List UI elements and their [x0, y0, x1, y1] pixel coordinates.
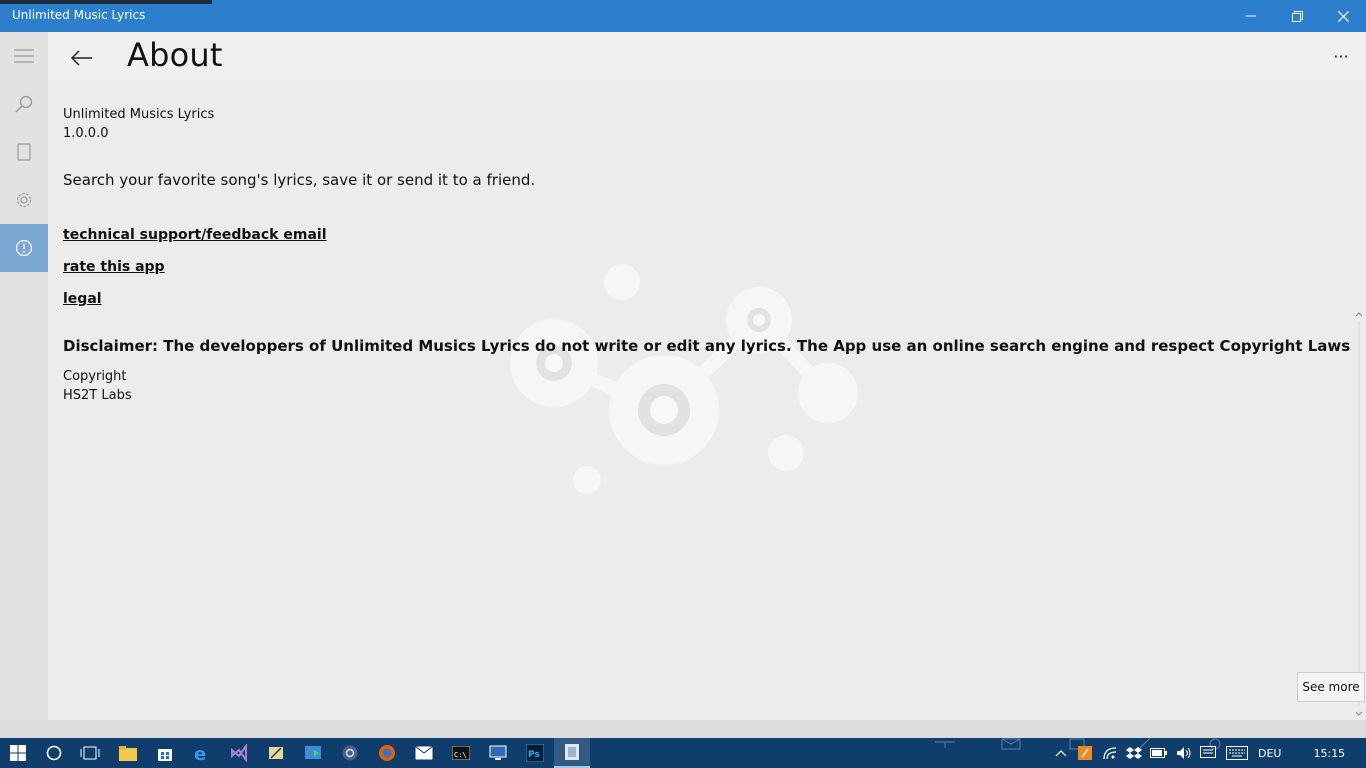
close-icon	[1337, 10, 1349, 22]
task-view-button[interactable]	[78, 741, 102, 765]
nav-item-search[interactable]	[0, 80, 48, 128]
remote-desktop-icon	[489, 745, 507, 760]
battery-icon[interactable]	[1150, 747, 1168, 759]
taskbar-media[interactable]	[301, 741, 325, 765]
volume-icon[interactable]	[1176, 746, 1192, 760]
app-description: Search your favorite song's lyrics, save…	[63, 171, 536, 189]
taskbar-tool[interactable]	[264, 741, 288, 765]
vertical-scrollbar[interactable]	[1352, 308, 1366, 720]
taskbar-app[interactable]	[338, 741, 362, 765]
task-view-icon	[80, 746, 100, 760]
taskbar-remote[interactable]	[486, 741, 510, 765]
app-bottom-bar	[0, 720, 1366, 738]
tool-icon	[269, 747, 283, 759]
cortana-button[interactable]	[42, 741, 66, 765]
folder-icon	[119, 746, 137, 761]
company-name: HS2T Labs	[63, 388, 132, 403]
store-icon	[158, 749, 172, 761]
svg-text:e: e	[194, 744, 206, 762]
nav-item-about[interactable]	[0, 224, 48, 272]
action-center-icon[interactable]	[1200, 746, 1216, 760]
left-navigation	[0, 32, 48, 720]
window-title: Unlimited Music Lyrics	[12, 8, 146, 22]
gear-icon	[16, 192, 32, 208]
back-arrow-icon	[71, 50, 92, 66]
legal-link[interactable]: legal	[63, 291, 102, 307]
lyrics-app-icon	[565, 744, 579, 760]
taskbar-photoshop[interactable]: Ps	[523, 741, 547, 765]
taskbar-cmd[interactable]: C:\	[449, 741, 473, 765]
photoshop-icon: Ps	[526, 744, 544, 762]
hamburger-icon	[14, 49, 34, 63]
info-icon	[15, 239, 33, 257]
dropbox-icon[interactable]	[1126, 746, 1142, 760]
app-name: Unlimited Musics Lyrics	[63, 107, 215, 122]
clock-time[interactable]: 15:15	[1313, 747, 1345, 760]
minimize-icon	[1246, 15, 1256, 17]
wifi-icon[interactable]	[1102, 746, 1118, 760]
visual-studio-icon	[231, 744, 247, 762]
start-button[interactable]	[6, 741, 30, 765]
title-bar-accent	[0, 0, 212, 4]
warning-tray-icon[interactable]	[1078, 746, 1092, 760]
nav-item-page[interactable]	[0, 128, 48, 176]
keyboard-icon[interactable]	[1226, 746, 1248, 760]
title-bar: Unlimited Music Lyrics	[0, 0, 1366, 32]
search-icon	[15, 95, 33, 113]
back-button[interactable]	[64, 40, 100, 76]
page-title: About	[127, 36, 223, 74]
app-icon	[342, 745, 358, 761]
minimize-button[interactable]	[1228, 0, 1274, 32]
taskbar-edge[interactable]: e	[190, 741, 214, 765]
taskbar-lyrics-app[interactable]	[554, 738, 590, 768]
disclaimer-text: Disclaimer: The developpers of Unlimited…	[63, 337, 1351, 355]
app-version: 1.0.0.0	[63, 126, 109, 141]
restore-icon	[1291, 10, 1303, 22]
firefox-icon	[379, 745, 395, 761]
command-prompt-icon: C:\	[452, 746, 470, 760]
scrollbar-arrows-icon	[1355, 312, 1363, 716]
svg-text:C:\: C:\	[454, 751, 467, 759]
page-icon	[17, 143, 31, 161]
system-tray: DEU 15:15	[1054, 738, 1345, 768]
nav-item-settings[interactable]	[0, 176, 48, 224]
taskbar-visual-studio[interactable]	[227, 741, 251, 765]
input-language[interactable]: DEU	[1258, 747, 1281, 760]
support-email-link[interactable]: technical support/feedback email	[63, 227, 327, 243]
restore-button[interactable]	[1274, 0, 1320, 32]
page-header: About ···	[48, 32, 1366, 80]
taskbar-mail[interactable]	[412, 741, 436, 765]
svg-text:Ps: Ps	[528, 750, 540, 760]
taskbar-file-explorer[interactable]	[116, 741, 140, 765]
background-logo	[510, 264, 858, 494]
edge-icon: e	[194, 744, 206, 762]
more-options-button[interactable]: ···	[1326, 44, 1356, 68]
rate-app-link[interactable]: rate this app	[63, 259, 165, 275]
see-more-button[interactable]: See more	[1297, 672, 1365, 702]
media-icon	[305, 746, 321, 759]
hamburger-menu-button[interactable]	[0, 32, 48, 80]
cortana-icon	[46, 745, 62, 761]
close-button[interactable]	[1320, 0, 1366, 32]
taskbar-firefox[interactable]	[375, 741, 399, 765]
taskbar-store[interactable]	[153, 741, 177, 765]
copyright-label: Copyright	[63, 369, 127, 384]
mail-icon	[415, 746, 433, 760]
taskbar: e C:\ Ps DEU 15:15	[0, 738, 1366, 768]
content-area: About ··· Unlimited Musics Lyrics 1.0.0.…	[48, 32, 1366, 720]
windows-logo-icon	[10, 745, 26, 761]
chevron-up-icon[interactable]	[1054, 748, 1068, 758]
